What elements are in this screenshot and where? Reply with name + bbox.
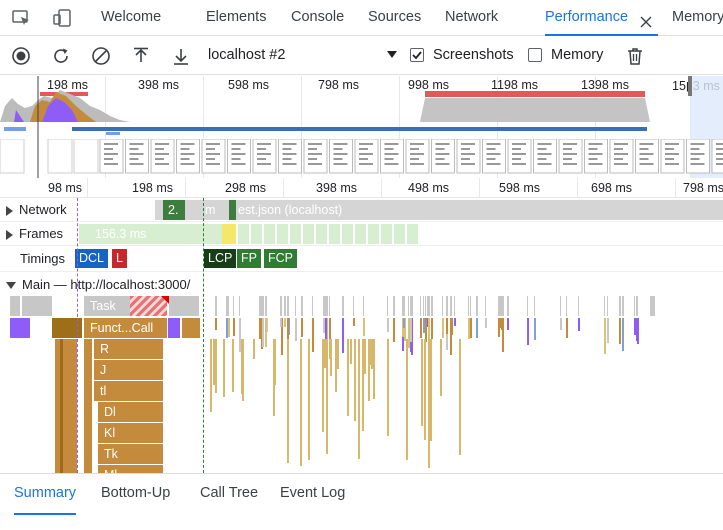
network-label-text: Network [19, 202, 67, 217]
download-icon[interactable] [169, 44, 193, 68]
flame-entry[interactable]: Kl [98, 423, 164, 443]
expand-arrow-icon[interactable] [6, 205, 13, 216]
timeline-ruler: 98 ms 198 ms 298 ms 398 ms 498 ms 598 ms… [0, 178, 723, 198]
main-track-header[interactable]: Main — http://localhost:3000/ [0, 272, 723, 296]
main-label-text: Main — http://localhost:3000/ [22, 277, 191, 292]
timeline-overview[interactable]: 198 ms 398 ms 598 ms 798 ms 998 ms 1198 … [0, 76, 723, 178]
flame-entry[interactable]: Ml [98, 465, 164, 473]
dcl-marker[interactable]: DCL [75, 249, 109, 268]
memory-label: Memory [551, 47, 604, 63]
flame-entry[interactable]: tl [94, 381, 164, 401]
tab-call-tree[interactable]: Call Tree [200, 485, 258, 515]
tab-bottom-up[interactable]: Bottom-Up [101, 485, 170, 515]
inspect-element-icon[interactable] [9, 6, 33, 30]
devtools-tabbar: Welcome Elements Console Sources Network… [0, 0, 723, 36]
frames-track-label[interactable]: Frames [6, 226, 63, 241]
flame-chart[interactable]: 2. m est.json (localhost) Network 156.3 … [0, 198, 723, 473]
lcp-line [203, 198, 204, 473]
ruler-tick: 598 ms [499, 181, 540, 195]
memory-checkbox[interactable] [528, 48, 542, 62]
record-icon[interactable] [9, 44, 33, 68]
upload-icon[interactable] [129, 44, 153, 68]
ruler-tick: 498 ms [408, 181, 449, 195]
network-request-bar[interactable]: est.json (localhost) [236, 200, 342, 220]
lcp-marker[interactable]: LCP [204, 249, 237, 268]
screenshots-label: Screenshots [433, 47, 514, 63]
tab-network[interactable]: Network [445, 0, 498, 36]
main-track-label: Main — http://localhost:3000/ [6, 277, 190, 292]
ruler-tick: 298 ms [225, 181, 266, 195]
frames-track: 156.3 ms Frames [0, 222, 723, 246]
tab-event-log[interactable]: Event Log [280, 485, 345, 515]
fp-marker[interactable]: FP [237, 249, 261, 268]
network-track-label[interactable]: Network [6, 202, 71, 217]
flame-entry[interactable]: Tk [98, 444, 164, 464]
network-track: 2. m est.json (localhost) Network [0, 198, 723, 222]
function-call-block[interactable]: Funct...Call [84, 318, 168, 338]
timings-track: Timings DCL L LCP FP FCP [0, 246, 723, 272]
fcp-marker[interactable]: FCP [264, 249, 297, 268]
collapse-arrow-icon[interactable] [6, 282, 16, 290]
reload-icon[interactable] [49, 44, 73, 68]
ruler-tick: 98 ms [48, 181, 83, 195]
details-tabs: Summary Bottom-Up Call Tree Event Log [0, 473, 723, 530]
ruler-tick: 398 ms [316, 181, 357, 195]
timings-label: Timings [20, 251, 66, 266]
expand-arrow-icon[interactable] [6, 229, 13, 240]
frames-label-text: Frames [19, 226, 64, 241]
profile-select[interactable]: localhost #2 [208, 47, 285, 63]
dcl-line [77, 198, 78, 473]
close-icon[interactable] [638, 9, 654, 28]
load-marker[interactable]: L [112, 249, 127, 268]
ruler-tick: 698 ms [591, 181, 632, 195]
screenshots-checkbox[interactable] [410, 48, 424, 62]
ruler-tick: 798 ms [683, 181, 723, 195]
clear-icon[interactable] [89, 44, 113, 68]
tab-console[interactable]: Console [291, 0, 344, 36]
tab-memory[interactable]: Memory [672, 0, 723, 36]
device-toolbar-icon[interactable] [50, 6, 74, 30]
flame-entry[interactable]: R [94, 339, 164, 359]
tab-summary[interactable]: Summary [14, 485, 77, 515]
network-request-bar[interactable]: 2. [163, 200, 185, 220]
screenshots-filmstrip[interactable] [0, 139, 723, 175]
trash-icon[interactable] [623, 44, 647, 68]
tab-performance[interactable]: Performance [545, 0, 659, 36]
ruler-tick: 198 ms [132, 181, 173, 195]
frame-bar[interactable]: 156.3 ms [79, 224, 222, 244]
tab-sources[interactable]: Sources [368, 0, 421, 36]
tab-welcome[interactable]: Welcome [101, 0, 161, 36]
chevron-down-icon[interactable] [386, 48, 398, 58]
main-thread-flame[interactable]: Task Funct...Call R J tl Dl Kl Tk Ml [0, 296, 723, 473]
performance-toolbar: localhost #2 Screenshots Memory [0, 37, 723, 75]
flame-entry[interactable]: J [94, 360, 164, 380]
tab-performance-label: Performance [545, 9, 629, 25]
flame-entry[interactable]: Dl [98, 402, 164, 422]
network-request-bar[interactable]: m [203, 200, 223, 220]
tab-elements[interactable]: Elements [206, 0, 266, 36]
